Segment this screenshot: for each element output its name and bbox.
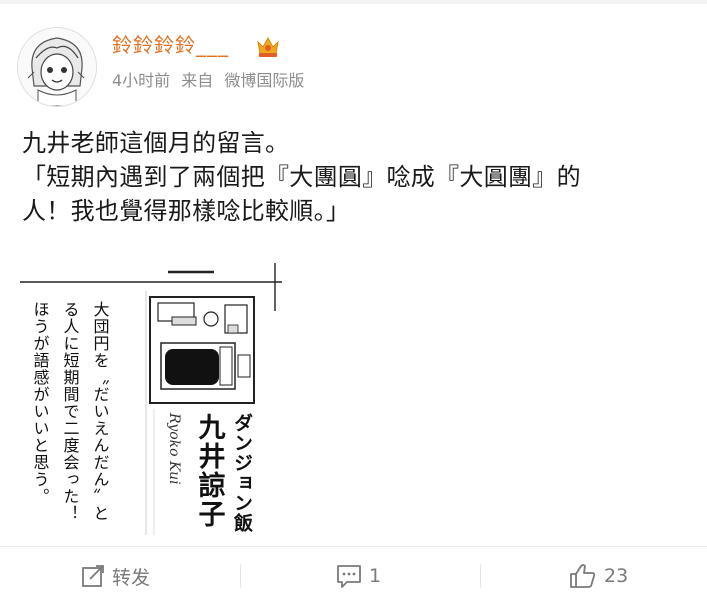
vip-crown-icon (257, 36, 279, 57)
thumbs-up-icon (568, 562, 598, 590)
avatar-illustration (18, 28, 96, 106)
username[interactable]: 鈴鈴鈴鈴___ (112, 31, 229, 59)
post-text-line: 九井老師這個月的留言。 (22, 129, 290, 157)
post-text: 九井老師這個月的留言。 「短期內遇到了兩個把『大團圓』唸成『大圓團』的 人！我也… (22, 126, 692, 228)
repost-label: 转发 (112, 566, 151, 589)
post-text-line: 「短期內遇到了兩個把『大團圓』唸成『大圓團』的 (22, 163, 581, 191)
comment-button[interactable]: 1 (335, 560, 381, 592)
comment-icon (335, 563, 363, 589)
repost-button[interactable]: 转发 (80, 560, 150, 592)
scan-comment-line: 大団円を〝だいえんだん〟と (91, 301, 110, 522)
manga-scan: ダンジョン飯 九井諒子 Ryoko Kui 大団円を〝だいえんだん〟と る人に短… (20, 263, 282, 535)
author-name: 九井諒子 (194, 413, 226, 529)
post-time: 4小时前 (112, 71, 171, 90)
post-meta: 4小时前 来自 微博国际版 (112, 70, 304, 92)
author-romaji: Ryoko Kui (166, 412, 182, 485)
action-separator (480, 564, 481, 588)
like-count: 23 (604, 565, 629, 587)
like-button[interactable]: 23 (568, 560, 628, 592)
source-prefix: 来自 (181, 71, 214, 90)
comment-count: 1 (369, 565, 382, 587)
post-text-line: 人！我也覺得那樣唸比較順。」 (22, 197, 351, 225)
action-separator (240, 564, 241, 588)
footer-divider (0, 546, 707, 547)
attached-image[interactable]: ダンジョン飯 九井諒子 Ryoko Kui 大団円を〝だいえんだん〟と る人に短… (20, 263, 282, 535)
avatar[interactable] (17, 27, 97, 107)
scan-comment-line: る人に短期間で二度会った！ (61, 301, 80, 522)
top-divider (0, 0, 707, 4)
manga-title: ダンジョン飯 (231, 412, 254, 533)
scan-comment-line: ほうが語感がいいと思う。 (31, 301, 50, 505)
post-source[interactable]: 微博国际版 (224, 71, 304, 90)
repost-icon (80, 563, 106, 589)
